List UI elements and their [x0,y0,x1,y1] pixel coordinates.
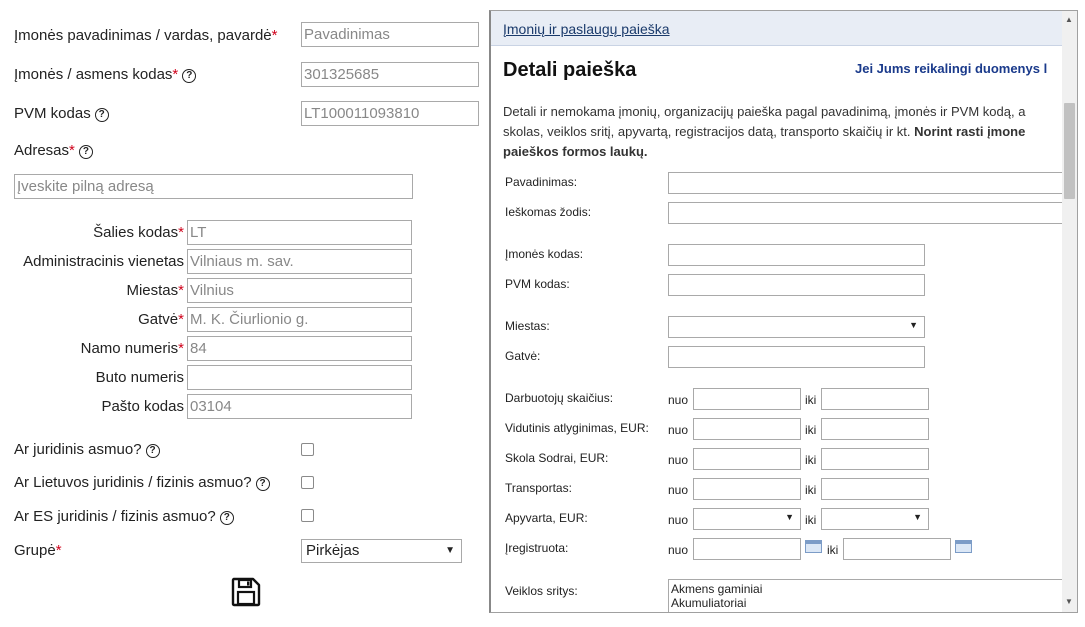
salary-from-input[interactable] [693,418,801,440]
is-lt-label: Ar Lietuvos juridinis / fizinis asmuo?? [14,474,270,491]
company-name-input[interactable]: Pavadinimas [301,22,479,47]
address-label: Adresas*? [14,142,93,159]
code-label: Įmonės kodas: [505,247,584,261]
scroll-down-icon[interactable]: ▼ [1065,597,1073,606]
to-label: iki [805,453,817,467]
name-input[interactable] [668,172,1068,194]
is-eu-checkbox[interactable] [301,509,314,522]
to-label: iki [827,543,839,557]
street-search-label: Gatvė: [505,349,541,363]
vat-label: PVM kodas: [505,277,570,291]
from-label: nuo [668,393,689,407]
sodra-label: Skola Sodrai, EUR: [505,451,609,465]
company-search-panel: Įmonių ir paslaugų paieška Detali paiešk… [489,10,1078,613]
flat-number-input[interactable] [187,365,412,390]
transport-from-input[interactable] [693,478,801,500]
panel-title: Detali paieška [503,59,637,81]
calendar-icon[interactable] [955,540,972,553]
help-icon[interactable]: ? [145,444,160,458]
registered-from-input[interactable] [693,538,801,560]
list-item[interactable]: Akmens gaminiai [671,582,1065,596]
house-number-label: Namo numeris* [80,340,184,357]
employees-from-input[interactable] [693,388,801,410]
vat-code-label: PVM kodas? [14,105,109,122]
panel-description: Detali ir nemokama įmonių, organizacijų … [503,104,1026,159]
scroll-up-icon[interactable]: ▲ [1065,15,1073,24]
help-icon[interactable]: ? [182,69,197,83]
transport-label: Transportas: [505,481,572,495]
promo-link[interactable]: Jei Jums reikalingi duomenys l [855,61,1047,76]
list-item[interactable]: Akumuliatoriai [671,596,1065,610]
activity-listbox[interactable]: Akmens gaminiai Akumuliatoriai [668,579,1068,612]
chevron-down-icon: ▼ [913,512,922,522]
company-code-label: Įmonės / asmens kodas*? [14,66,197,83]
city-label: Miestas* [126,282,184,299]
help-icon[interactable]: ? [94,108,109,122]
transport-to-input[interactable] [821,478,929,500]
chevron-down-icon: ▼ [909,320,918,330]
panel-header: Įmonių ir paslaugų paieška [491,11,1077,46]
admin-unit-label: Administracinis vienetas [23,253,184,270]
postal-code-input[interactable]: 03104 [187,394,412,419]
street-search-input[interactable] [668,346,925,368]
postal-code-label: Pašto kodas [101,398,184,415]
is-lt-checkbox[interactable] [301,476,314,489]
registered-label: Įregistruota: [505,541,569,555]
from-label: nuo [668,483,689,497]
scrollbar[interactable]: ▲ ▼ [1062,11,1077,612]
is-eu-label: Ar ES juridinis / fizinis asmuo?? [14,508,234,525]
employees-to-input[interactable] [821,388,929,410]
from-label: nuo [668,513,689,527]
chevron-down-icon: ▼ [445,545,455,556]
scrollbar-thumb[interactable] [1064,103,1075,199]
keyword-label: Ieškomas žodis: [505,205,592,219]
to-label: iki [805,393,817,407]
to-label: iki [805,513,817,527]
turnover-to-select[interactable]: ▼ [821,508,929,530]
is-legal-label: Ar juridinis asmuo?? [14,441,160,458]
address-input[interactable]: Įveskite pilną adresą [14,174,413,199]
employees-label: Darbuotojų skaičius: [505,391,614,405]
group-select[interactable]: Pirkėjas ▼ [301,539,462,563]
calendar-icon[interactable] [805,540,822,553]
group-label: Grupė* [14,542,62,559]
sodra-from-input[interactable] [693,448,801,470]
from-label: nuo [668,453,689,467]
keyword-input[interactable] [668,202,1068,224]
vat-input[interactable] [668,274,925,296]
company-name-label: Įmonės pavadinimas / vardas, pavardė* [14,27,278,44]
from-label: nuo [668,423,689,437]
help-icon[interactable]: ? [78,145,93,159]
activity-label: Veiklos sritys: [505,584,578,598]
turnover-from-select[interactable]: ▼ [693,508,801,530]
panel-header-link[interactable]: Įmonių ir paslaugų paieška [503,21,670,37]
code-input[interactable] [668,244,925,266]
floppy-disk-icon[interactable] [231,577,261,607]
flat-number-label: Buto numeris [95,369,184,386]
to-label: iki [805,483,817,497]
sodra-to-input[interactable] [821,448,929,470]
street-input[interactable]: M. K. Čiurlionio g. [187,307,412,332]
help-icon[interactable]: ? [255,477,270,491]
turnover-label: Apyvarta, EUR: [505,511,588,525]
help-icon[interactable]: ? [219,511,234,525]
vat-code-input[interactable]: LT100011093810 [301,101,479,126]
company-code-input[interactable]: 301325685 [301,62,479,87]
street-label: Gatvė* [138,311,184,328]
is-legal-checkbox[interactable] [301,443,314,456]
salary-label: Vidutinis atlyginimas, EUR: [505,421,649,435]
country-code-input[interactable]: LT [187,220,412,245]
registered-to-input[interactable] [843,538,951,560]
from-label: nuo [668,543,689,557]
house-number-input[interactable]: 84 [187,336,412,361]
chevron-down-icon: ▼ [785,512,794,522]
country-code-label: Šalies kodas* [93,224,184,241]
city-search-label: Miestas: [505,319,550,333]
city-input[interactable]: Vilnius [187,278,412,303]
admin-unit-input[interactable]: Vilniaus m. sav. [187,249,412,274]
salary-to-input[interactable] [821,418,929,440]
city-select[interactable]: ▼ [668,316,925,338]
to-label: iki [805,423,817,437]
name-label: Pavadinimas: [505,175,578,189]
